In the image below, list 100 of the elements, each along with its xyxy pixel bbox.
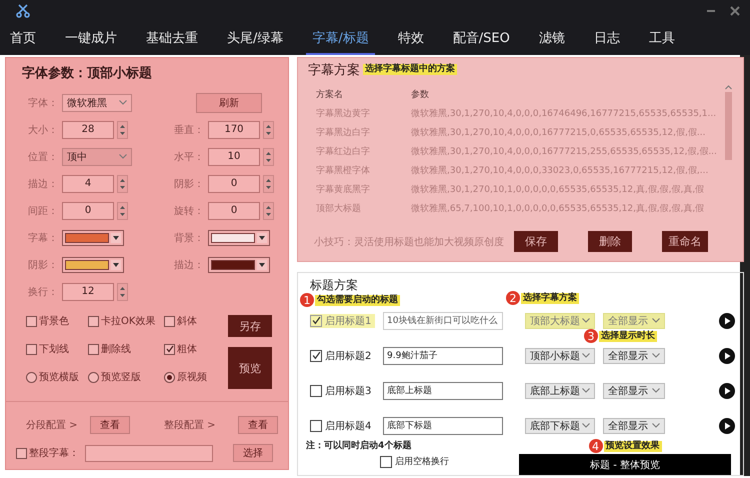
nav-tab[interactable]: 首页 [4, 22, 42, 55]
checkbox[interactable] [26, 316, 37, 326]
checkbox[interactable] [380, 456, 392, 468]
field-label: 间距： [27, 204, 59, 218]
checkbox-label: 背景色 [39, 314, 69, 328]
title-input[interactable]: 10块钱在新街口可以吃什么 [383, 312, 503, 330]
nav-tab[interactable]: 配音/SEO [446, 22, 516, 55]
radio-button[interactable] [164, 372, 175, 382]
nav-tab[interactable]: 特效 [392, 22, 430, 55]
radio-button[interactable] [26, 372, 37, 382]
select-button[interactable]: 选择 [233, 444, 273, 462]
scheme-dropdown[interactable]: 底部下标题 [525, 418, 595, 434]
number-field[interactable]: 12 [62, 282, 114, 300]
checkbox[interactable] [88, 344, 99, 354]
scheme-dropdown[interactable]: 底部上标题 [525, 382, 595, 398]
panel-title: 字体参数：顶部小标题 [22, 64, 153, 82]
nav-tab[interactable]: 头尾/绿幕 [221, 22, 290, 55]
chevron-icon [582, 423, 590, 428]
checkbox[interactable] [164, 316, 175, 326]
duration-dropdown[interactable]: 全部显示 [603, 418, 665, 434]
spinner-icon[interactable] [263, 148, 274, 166]
checkbox-label: 启用标题2 [325, 350, 372, 362]
view-button[interactable]: 查看 [90, 416, 130, 434]
preview-all-button[interactable]: 标题 - 整体预览 [519, 454, 731, 475]
checkbox[interactable] [88, 316, 99, 326]
field-label: 字体： [27, 96, 59, 110]
play-icon[interactable] [719, 418, 735, 434]
duration-dropdown[interactable]: 全部显示 [603, 382, 665, 398]
play-icon[interactable] [719, 348, 735, 364]
dropdown[interactable]: 微软雅黑 [62, 94, 132, 112]
view-button[interactable]: 查看 [238, 416, 278, 434]
chevron-icon [582, 388, 590, 393]
number-field[interactable]: 0 [62, 202, 114, 220]
color-picker[interactable] [62, 230, 124, 246]
dropdown-arrow-icon [259, 262, 265, 266]
checkbox[interactable] [310, 420, 322, 432]
duration-dropdown[interactable]: 全部显示 [603, 348, 665, 364]
save-as-button[interactable]: 另存 [228, 315, 272, 337]
dropdown-arrow-icon [113, 236, 119, 240]
number-field[interactable]: 0 [208, 174, 260, 192]
number-field[interactable]: 28 [62, 120, 114, 138]
field-label: 阴影： [27, 258, 59, 272]
radio-button[interactable] [88, 372, 99, 382]
number-field[interactable]: 0 [208, 202, 260, 220]
scissors-icon [16, 4, 30, 18]
close-icon[interactable] [730, 6, 740, 16]
chevron-icon [652, 388, 660, 393]
spinner-icon[interactable] [117, 174, 128, 192]
scroll-up-icon[interactable] [724, 85, 732, 90]
checkbox[interactable] [310, 384, 322, 396]
color-picker[interactable] [62, 256, 124, 272]
checkbox[interactable] [310, 350, 322, 362]
spinner-icon[interactable] [263, 174, 274, 192]
number-field[interactable]: 10 [208, 148, 260, 166]
checkbox-label: 粗体 [177, 343, 197, 356]
scheme-dropdown[interactable]: 顶部大标题 [525, 312, 595, 328]
checkbox[interactable] [310, 314, 322, 326]
nav-tab[interactable]: 字幕/标题 [306, 22, 375, 55]
color-picker[interactable] [208, 256, 270, 272]
duration-dropdown[interactable]: 全部显示 [603, 312, 665, 328]
checkbox-label: 删除线 [101, 342, 131, 356]
checkbox[interactable] [164, 344, 175, 354]
field-label: 描边： [27, 178, 59, 190]
checkbox[interactable] [26, 344, 37, 354]
preview-button[interactable]: 预览 [228, 347, 272, 389]
scheme-button[interactable]: 重命名 [662, 231, 708, 252]
spinner-icon[interactable] [263, 202, 274, 220]
nav-tab[interactable]: 日志 [588, 22, 626, 55]
spinner-icon[interactable] [263, 120, 274, 138]
checkbox-label: 启用标题3 [325, 384, 372, 398]
title-input[interactable]: 9.9鲍汁茄子 [383, 346, 503, 364]
nav-tab[interactable]: 工具 [642, 22, 681, 55]
scheme-button[interactable]: 删除 [588, 231, 632, 252]
dropdown[interactable]: 顶中 [62, 148, 132, 166]
chevron-icon [119, 100, 127, 105]
scheme-dropdown[interactable]: 顶部小标题 [525, 348, 595, 364]
title-input[interactable]: 底部上标题 [383, 382, 503, 400]
checkbox[interactable] [16, 448, 27, 458]
nav-tab[interactable]: 一键成片 [59, 22, 123, 55]
title-input[interactable]: 底部下标题 [383, 416, 503, 434]
checkbox-label: 整段字幕： [29, 446, 79, 460]
play-icon[interactable] [719, 312, 735, 328]
color-picker[interactable] [208, 230, 270, 246]
file-field[interactable] [85, 444, 213, 462]
checkbox-label: 卡拉OK效果 [101, 314, 156, 328]
spinner-icon[interactable] [117, 202, 128, 220]
spinner-icon[interactable] [117, 120, 128, 138]
field-label: 大小： [27, 124, 59, 136]
number-field[interactable]: 170 [208, 120, 260, 138]
nav-tab[interactable]: 滤镜 [532, 22, 571, 55]
scheme-button[interactable]: 保存 [514, 231, 558, 252]
number-field[interactable]: 4 [62, 174, 114, 192]
nav-tab[interactable]: 基础去重 [140, 22, 204, 55]
refresh-button[interactable]: 刷新 [196, 92, 262, 112]
field-label: 阴影： [173, 178, 205, 190]
column-header: 方案名 [315, 88, 344, 102]
checkbox-label: 启用标题4 [325, 420, 372, 432]
radio-label: 预览横版 [39, 370, 79, 384]
play-icon[interactable] [719, 382, 735, 398]
spinner-icon[interactable] [117, 282, 128, 300]
